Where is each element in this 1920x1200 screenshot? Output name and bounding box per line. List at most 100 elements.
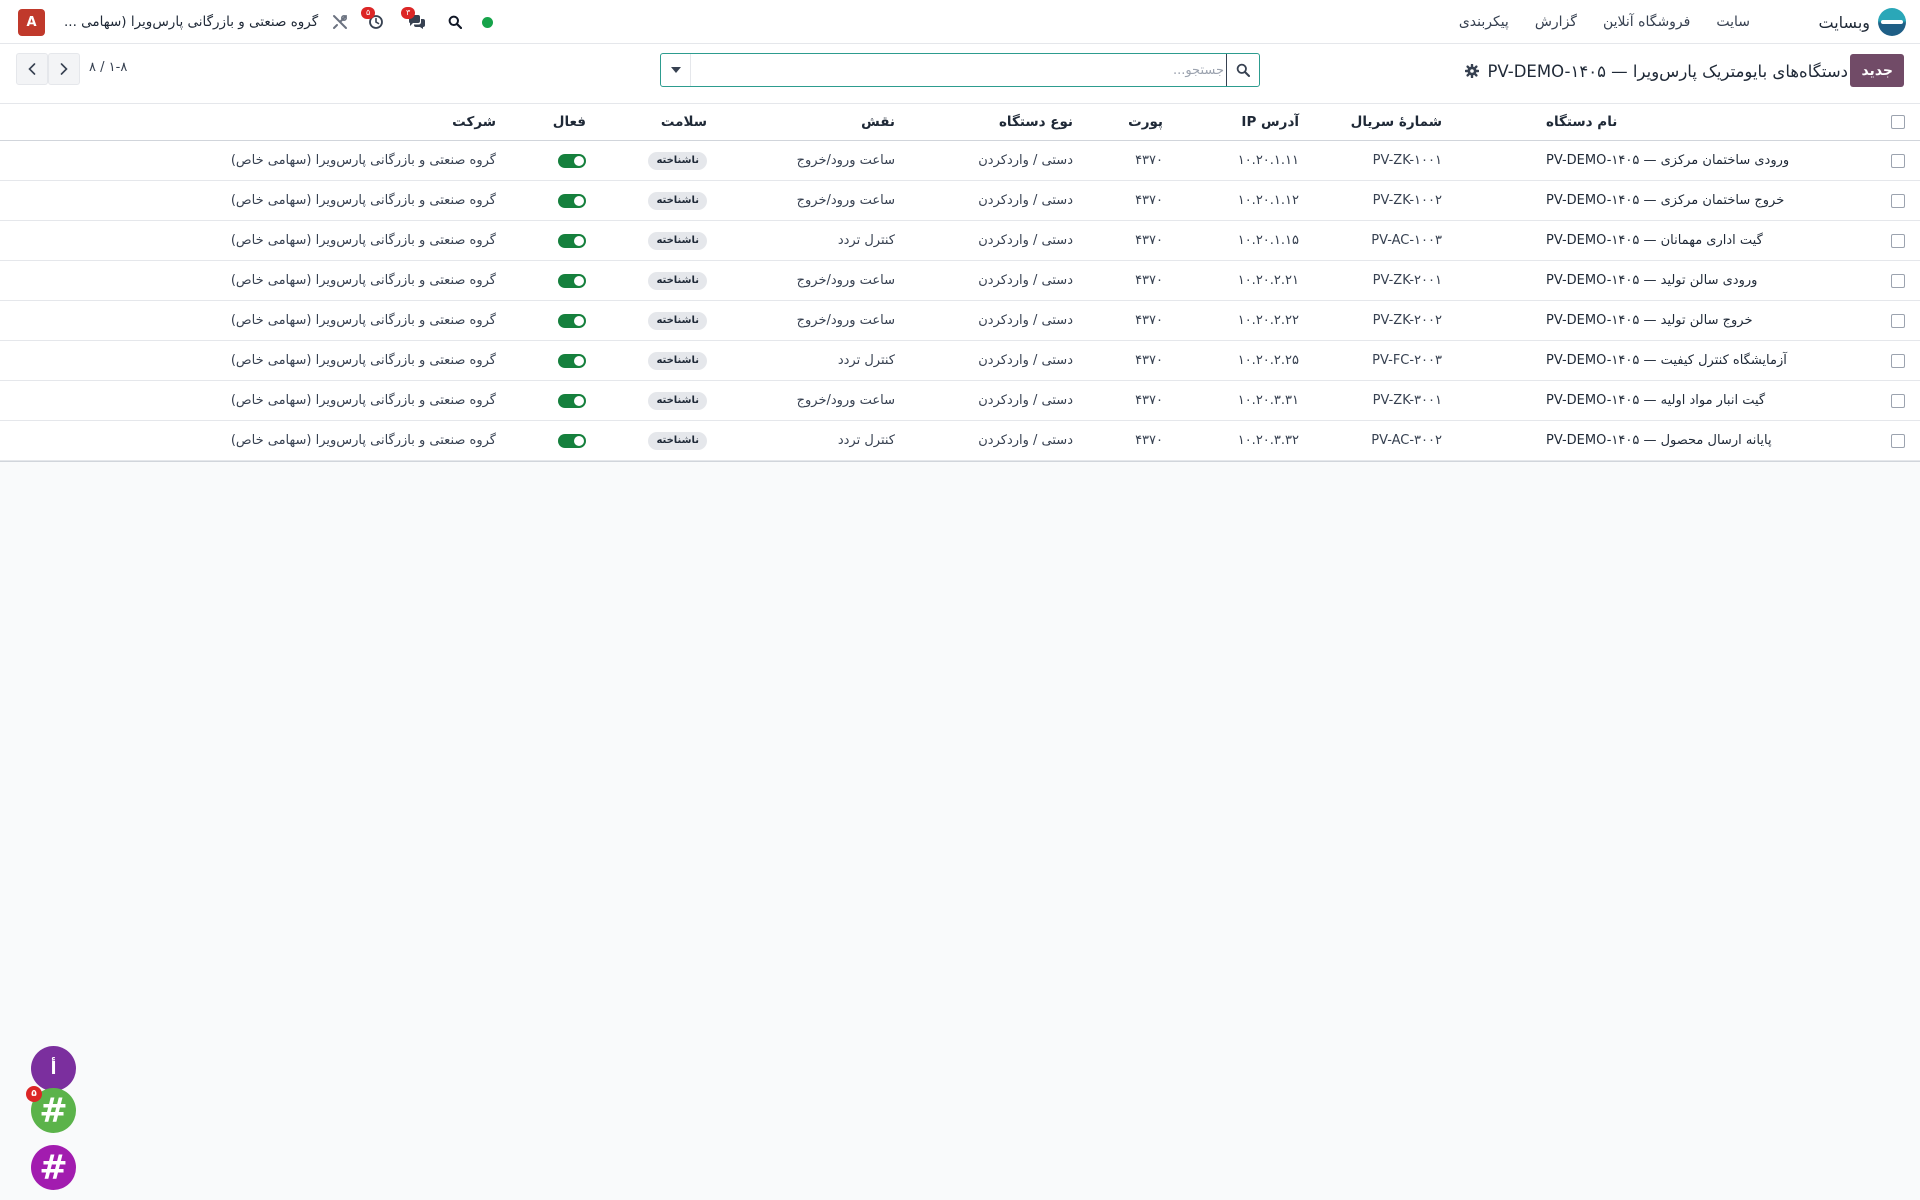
- menu-reporting[interactable]: گزارش: [1535, 14, 1577, 30]
- cell-health[interactable]: ناشناخته: [627, 221, 707, 260]
- company-switcher[interactable]: گروه صنعتی و بازرگانی پارس‌ویرا (سهامی .…: [64, 14, 318, 30]
- cell-company[interactable]: گروه صنعتی و بازرگانی پارس‌ویرا (سهامی خ…: [76, 341, 496, 380]
- cell-port[interactable]: ۴۳۷۰: [1093, 381, 1163, 420]
- cell-ip[interactable]: ۱۰.۲۰.۱.۱۵: [1169, 221, 1299, 260]
- active-toggle[interactable]: [558, 273, 586, 288]
- cell-serial[interactable]: PV-ZK-۲۰۰۱: [1292, 261, 1442, 300]
- chat-icon[interactable]: ۳: [401, 7, 426, 30]
- cell-company[interactable]: گروه صنعتی و بازرگانی پارس‌ویرا (سهامی خ…: [76, 421, 496, 460]
- header-serial[interactable]: شمارهٔ سریال: [1292, 104, 1442, 140]
- cell-device-name[interactable]: پایانه ارسال محصول — PV-DEMO-۱۴۰۵: [1546, 421, 1876, 460]
- pager-previous-button[interactable]: [16, 53, 48, 85]
- cell-ip[interactable]: ۱۰.۲۰.۱.۱۱: [1169, 141, 1299, 180]
- table-row[interactable]: خروج سالن تولید — PV-DEMO-۱۴۰۵ PV-ZK-۲۰۰۲…: [0, 301, 1920, 341]
- cell-device-type[interactable]: دستی / واردکردن: [933, 381, 1073, 420]
- search-input[interactable]: [691, 54, 1227, 86]
- cell-company[interactable]: گروه صنعتی و بازرگانی پارس‌ویرا (سهامی خ…: [76, 261, 496, 300]
- cell-port[interactable]: ۴۳۷۰: [1093, 341, 1163, 380]
- cell-role[interactable]: ساعت ورود/خروج: [745, 141, 895, 180]
- cell-company[interactable]: گروه صنعتی و بازرگانی پارس‌ویرا (سهامی خ…: [76, 141, 496, 180]
- cell-device-type[interactable]: دستی / واردکردن: [933, 421, 1073, 460]
- header-company[interactable]: شرکت: [76, 104, 496, 140]
- table-row[interactable]: آزمایشگاه کنترل کیفیت — PV-DEMO-۱۴۰۵ PV-F…: [0, 341, 1920, 381]
- pager-next-button[interactable]: [48, 53, 80, 85]
- cell-device-name[interactable]: آزمایشگاه کنترل کیفیت — PV-DEMO-۱۴۰۵: [1546, 341, 1876, 380]
- table-row[interactable]: ورودی سالن تولید — PV-DEMO-۱۴۰۵ PV-ZK-۲۰۰…: [0, 261, 1920, 301]
- cell-serial[interactable]: PV-ZK-۱۰۰۱: [1292, 141, 1442, 180]
- cell-serial[interactable]: PV-AC-۳۰۰۲: [1292, 421, 1442, 460]
- active-toggle[interactable]: [558, 353, 586, 368]
- pager-value[interactable]: ۱-۸ / ۸: [89, 60, 127, 75]
- cell-port[interactable]: ۴۳۷۰: [1093, 261, 1163, 300]
- row-checkbox[interactable]: [1891, 353, 1905, 368]
- table-row[interactable]: خروج ساختمان مرکزی — PV-DEMO-۱۴۰۵ PV-ZK-۱…: [0, 181, 1920, 221]
- cell-company[interactable]: گروه صنعتی و بازرگانی پارس‌ویرا (سهامی خ…: [76, 221, 496, 260]
- cell-ip[interactable]: ۱۰.۲۰.۲.۲۱: [1169, 261, 1299, 300]
- row-checkbox[interactable]: [1891, 313, 1905, 328]
- menu-online-shop[interactable]: فروشگاه آنلاین: [1603, 14, 1690, 30]
- search-submit-icon[interactable]: [1227, 54, 1259, 86]
- row-checkbox[interactable]: [1891, 233, 1905, 248]
- tools-icon[interactable]: [332, 14, 348, 30]
- new-button[interactable]: جدید: [1850, 54, 1904, 87]
- header-role[interactable]: نقش: [745, 104, 895, 140]
- cell-device-type[interactable]: دستی / واردکردن: [933, 221, 1073, 260]
- gear-icon[interactable]: [1465, 64, 1480, 78]
- chat-bubble-channel-2[interactable]: #: [31, 1145, 76, 1190]
- cell-company[interactable]: گروه صنعتی و بازرگانی پارس‌ویرا (سهامی خ…: [76, 301, 496, 340]
- menu-site[interactable]: سایت: [1716, 14, 1750, 30]
- cell-company[interactable]: گروه صنعتی و بازرگانی پارس‌ویرا (سهامی خ…: [76, 181, 496, 220]
- cell-device-name[interactable]: گیت اداری مهمانان — PV-DEMO-۱۴۰۵: [1546, 221, 1876, 260]
- cell-role[interactable]: ساعت ورود/خروج: [745, 301, 895, 340]
- cell-serial[interactable]: PV-FC-۲۰۰۳: [1292, 341, 1442, 380]
- active-toggle[interactable]: [558, 233, 586, 248]
- header-device-type[interactable]: نوع دستگاه: [933, 104, 1073, 140]
- cell-ip[interactable]: ۱۰.۲۰.۲.۲۵: [1169, 341, 1299, 380]
- cell-role[interactable]: ساعت ورود/خروج: [745, 381, 895, 420]
- active-toggle[interactable]: [558, 313, 586, 328]
- user-avatar[interactable]: A: [18, 8, 45, 36]
- cell-device-name[interactable]: خروج سالن تولید — PV-DEMO-۱۴۰۵: [1546, 301, 1876, 340]
- select-all-checkbox[interactable]: [1891, 115, 1905, 129]
- row-checkbox[interactable]: [1891, 433, 1905, 448]
- search-icon[interactable]: [448, 15, 463, 29]
- active-toggle[interactable]: [558, 153, 586, 168]
- header-device-name[interactable]: نام دستگاه: [1546, 104, 1876, 140]
- header-active[interactable]: فعال: [542, 104, 586, 140]
- cell-ip[interactable]: ۱۰.۲۰.۲.۲۲: [1169, 301, 1299, 340]
- cell-serial[interactable]: PV-AC-۱۰۰۳: [1292, 221, 1442, 260]
- cell-port[interactable]: ۴۳۷۰: [1093, 301, 1163, 340]
- active-toggle[interactable]: [558, 193, 586, 208]
- cell-health[interactable]: ناشناخته: [627, 341, 707, 380]
- table-row[interactable]: پایانه ارسال محصول — PV-DEMO-۱۴۰۵ PV-AC-۳…: [0, 421, 1920, 461]
- row-checkbox[interactable]: [1891, 153, 1905, 168]
- row-checkbox[interactable]: [1891, 393, 1905, 408]
- cell-health[interactable]: ناشناخته: [627, 261, 707, 300]
- cell-ip[interactable]: ۱۰.۲۰.۳.۳۲: [1169, 421, 1299, 460]
- cell-health[interactable]: ناشناخته: [627, 301, 707, 340]
- cell-port[interactable]: ۴۳۷۰: [1093, 221, 1163, 260]
- cell-role[interactable]: کنترل تردد: [745, 221, 895, 260]
- search-options-toggle[interactable]: [661, 54, 691, 86]
- cell-device-name[interactable]: خروج ساختمان مرکزی — PV-DEMO-۱۴۰۵: [1546, 181, 1876, 220]
- cell-device-type[interactable]: دستی / واردکردن: [933, 181, 1073, 220]
- cell-health[interactable]: ناشناخته: [627, 421, 707, 460]
- menu-configuration[interactable]: پیکربندی: [1459, 14, 1509, 30]
- cell-serial[interactable]: PV-ZK-۱۰۰۲: [1292, 181, 1442, 220]
- activity-clock-icon[interactable]: ۵: [361, 7, 384, 30]
- cell-port[interactable]: ۴۳۷۰: [1093, 421, 1163, 460]
- cell-device-name[interactable]: گیت انبار مواد اولیه — PV-DEMO-۱۴۰۵: [1546, 381, 1876, 420]
- cell-device-type[interactable]: دستی / واردکردن: [933, 301, 1073, 340]
- cell-role[interactable]: ساعت ورود/خروج: [745, 261, 895, 300]
- cell-device-type[interactable]: دستی / واردکردن: [933, 341, 1073, 380]
- table-row[interactable]: گیت انبار مواد اولیه — PV-DEMO-۱۴۰۵ PV-ZK…: [0, 381, 1920, 421]
- cell-company[interactable]: گروه صنعتی و بازرگانی پارس‌ویرا (سهامی خ…: [76, 381, 496, 420]
- cell-health[interactable]: ناشناخته: [627, 141, 707, 180]
- cell-role[interactable]: ساعت ورود/خروج: [745, 181, 895, 220]
- cell-device-type[interactable]: دستی / واردکردن: [933, 261, 1073, 300]
- row-checkbox[interactable]: [1891, 273, 1905, 288]
- cell-ip[interactable]: ۱۰.۲۰.۱.۱۲: [1169, 181, 1299, 220]
- cell-device-name[interactable]: ورودی ساختمان مرکزی — PV-DEMO-۱۴۰۵: [1546, 141, 1876, 180]
- table-row[interactable]: گیت اداری مهمانان — PV-DEMO-۱۴۰۵ PV-AC-۱۰…: [0, 221, 1920, 261]
- cell-device-name[interactable]: ورودی سالن تولید — PV-DEMO-۱۴۰۵: [1546, 261, 1876, 300]
